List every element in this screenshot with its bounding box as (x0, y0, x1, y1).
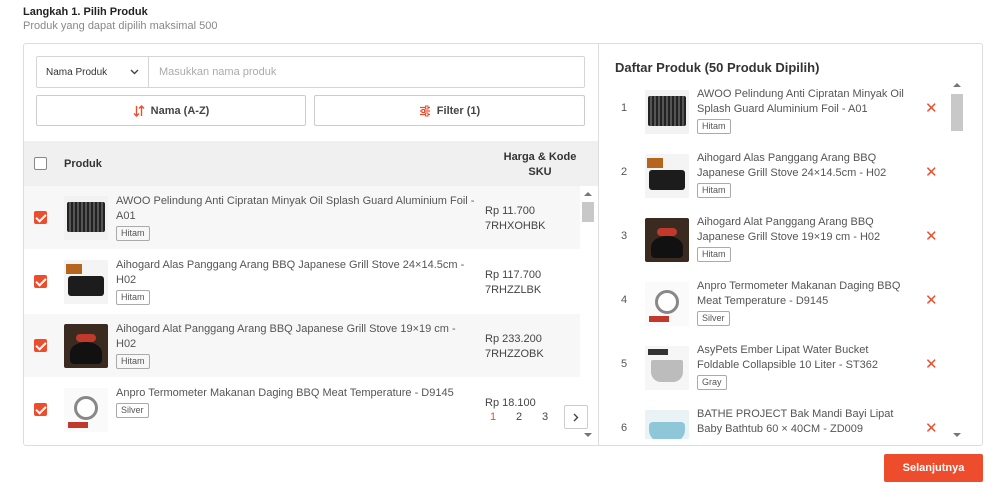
table-row[interactable]: AWOO Pelindung Anti Cipratan Minyak Oil … (24, 186, 580, 249)
product-selection-panel: Nama Produk Nama (A-Z) Filter (1) Prod (23, 43, 983, 446)
scrollbar-thumb[interactable] (582, 202, 594, 222)
filter-lines-icon (419, 105, 430, 116)
variant-badge: Silver (697, 311, 730, 326)
sort-label: Nama (A-Z) (150, 104, 210, 117)
scroll-down-arrow-icon[interactable] (584, 433, 592, 437)
product-name: AWOO Pelindung Anti Cipratan Minyak Oil … (697, 88, 904, 115)
remove-close-icon[interactable]: ✕ (925, 357, 938, 372)
variant-badge: Hitam (697, 247, 731, 262)
scrollbar-thumb[interactable] (951, 94, 963, 131)
list-item: 6 BATHE PROJECT Bak Mandi Bayi Lipat Bab… (615, 399, 965, 439)
variant-badge: Hitam (697, 119, 731, 134)
product-price: Rp 11.700 (485, 205, 535, 217)
row-checkbox[interactable] (34, 275, 47, 288)
product-name: AWOO Pelindung Anti Cipratan Minyak Oil … (116, 195, 475, 222)
product-sku: 7RHZZOBK (485, 348, 544, 360)
remove-close-icon[interactable]: ✕ (925, 421, 938, 436)
sort-button[interactable]: Nama (A-Z) (36, 95, 306, 126)
page-3-link[interactable]: 3 (532, 411, 558, 423)
column-header-price: Harga & Kode SKU (503, 151, 577, 178)
product-price: Rp 233.200 (485, 333, 542, 345)
product-sku: 7RHXOHBK (485, 220, 546, 232)
product-thumbnail (64, 388, 108, 432)
search-bar: Nama Produk (36, 56, 585, 88)
chevron-right-icon (573, 413, 579, 421)
product-name: Aihogard Alas Panggang Arang BBQ Japanes… (697, 152, 887, 179)
table-row[interactable]: Aihogard Alas Panggang Arang BBQ Japanes… (24, 250, 580, 313)
scroll-down-arrow-icon[interactable] (953, 433, 961, 437)
item-number: 6 (620, 422, 628, 434)
filter-label: Filter (1) (436, 104, 481, 117)
next-button[interactable]: Selanjutnya (884, 454, 983, 482)
item-number: 5 (620, 358, 628, 370)
variant-badge: Hitam (116, 290, 150, 305)
product-thumbnail (645, 346, 689, 390)
product-name: Anpro Termometer Makanan Daging BBQ Meat… (116, 387, 454, 399)
selected-list-scrollbar[interactable] (949, 79, 965, 441)
pagination: 1 2 3 (480, 404, 588, 430)
scroll-up-arrow-icon[interactable] (584, 192, 592, 196)
variant-badge: Hitam (116, 226, 150, 241)
item-number: 3 (620, 230, 628, 242)
selected-list: 1 AWOO Pelindung Anti Cipratan Minyak Oi… (615, 79, 965, 439)
product-name: Aihogard Alat Panggang Arang BBQ Japanes… (116, 323, 456, 350)
product-name: Aihogard Alat Panggang Arang BBQ Japanes… (697, 216, 881, 243)
step-subtitle: Produk yang dapat dipilih maksimal 500 (23, 20, 218, 32)
product-name: BATHE PROJECT Bak Mandi Bayi Lipat Baby … (697, 408, 894, 435)
product-thumbnail (64, 196, 108, 240)
remove-close-icon[interactable]: ✕ (925, 165, 938, 180)
page-1-link[interactable]: 1 (480, 411, 506, 423)
filter-button[interactable]: Filter (1) (314, 95, 585, 126)
item-number: 4 (620, 294, 628, 306)
item-number: 2 (620, 166, 628, 178)
product-thumbnail (645, 282, 689, 326)
search-input[interactable] (149, 57, 584, 87)
page-2-link[interactable]: 2 (506, 411, 532, 423)
variant-badge: Gray (697, 375, 727, 390)
chevron-down-icon (130, 69, 139, 75)
table-header: Produk Harga & Kode SKU (24, 141, 598, 186)
list-item: 2 Aihogard Alas Panggang Arang BBQ Japan… (615, 143, 965, 206)
row-checkbox[interactable] (34, 403, 47, 416)
selected-list-title: Daftar Produk (50 Produk Dipilih) (615, 60, 820, 75)
row-checkbox[interactable] (34, 211, 47, 224)
product-thumbnail (645, 410, 689, 439)
selected-products-panel: Daftar Produk (50 Produk Dipilih) 1 AWOO… (599, 44, 982, 445)
remove-close-icon[interactable]: ✕ (925, 101, 938, 116)
variant-badge: Silver (116, 403, 149, 418)
step-title: Langkah 1. Pilih Produk (23, 6, 148, 18)
variant-badge: Hitam (116, 354, 150, 369)
remove-close-icon[interactable]: ✕ (925, 229, 938, 244)
product-thumbnail (645, 154, 689, 198)
sort-arrows-icon (133, 104, 145, 117)
search-field-select[interactable]: Nama Produk (37, 57, 149, 87)
list-item: 5 AsyPets Ember Lipat Water Bucket Folda… (615, 335, 965, 398)
scroll-up-arrow-icon[interactable] (953, 83, 961, 87)
list-item: 4 Anpro Termometer Makanan Daging BBQ Me… (615, 271, 965, 334)
select-all-checkbox[interactable] (34, 157, 47, 170)
variant-badge: Hitam (697, 183, 731, 198)
list-item: 3 Aihogard Alat Panggang Arang BBQ Japan… (615, 207, 965, 270)
product-sku: 7RHZZLBK (485, 284, 542, 296)
product-name: Aihogard Alas Panggang Arang BBQ Japanes… (116, 259, 465, 286)
product-price: Rp 117.700 (485, 269, 542, 281)
table-row[interactable]: Aihogard Alat Panggang Arang BBQ Japanes… (24, 314, 580, 377)
remove-close-icon[interactable]: ✕ (925, 293, 938, 308)
product-name: Anpro Termometer Makanan Daging BBQ Meat… (697, 280, 901, 307)
product-picker: Nama Produk Nama (A-Z) Filter (1) Prod (24, 44, 599, 445)
product-thumbnail (64, 324, 108, 368)
product-thumbnail (64, 260, 108, 304)
next-page-button[interactable] (564, 405, 588, 429)
product-thumbnail (645, 90, 689, 134)
row-checkbox[interactable] (34, 339, 47, 352)
column-header-product: Produk (64, 158, 102, 170)
search-field-label: Nama Produk (46, 66, 108, 78)
item-number: 1 (620, 102, 628, 114)
product-name: AsyPets Ember Lipat Water Bucket Foldabl… (697, 344, 878, 371)
list-item: 1 AWOO Pelindung Anti Cipratan Minyak Oi… (615, 79, 965, 142)
product-thumbnail (645, 218, 689, 262)
